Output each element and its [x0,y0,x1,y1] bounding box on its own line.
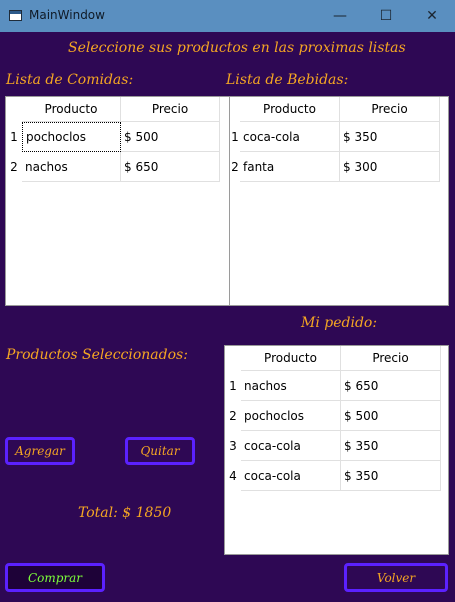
column-header-precio[interactable]: Precio [340,97,440,122]
column-header-producto[interactable]: Producto [22,97,121,122]
table-cell[interactable]: coca-cola [241,431,341,461]
table-cell[interactable]: $ 350 [341,461,441,491]
volver-button[interactable]: Volver [344,563,448,592]
table-cell[interactable]: coca-cola [241,461,341,491]
table-cell[interactable]: pochoclos [22,122,121,152]
quitar-button[interactable]: Quitar [125,437,195,465]
row-header[interactable]: 3 [225,431,241,461]
table-cell[interactable]: $ 300 [340,152,440,182]
app-window-icon [9,10,22,21]
comidas-table[interactable]: Producto Precio 1 pochoclos $ 500 2 nach… [5,96,230,306]
row-header[interactable]: 2 [6,152,22,182]
column-header-precio[interactable]: Precio [121,97,220,122]
table-cell[interactable]: $ 350 [340,122,440,152]
title-bar: MainWindow — ☐ ✕ [0,0,455,32]
table-cell[interactable]: $ 500 [341,401,441,431]
table-cell[interactable]: $ 350 [341,431,441,461]
maximize-button[interactable]: ☐ [363,0,409,32]
minimize-button[interactable]: — [317,0,363,32]
comprar-button[interactable]: Comprar [5,563,105,592]
table-cell[interactable]: $ 650 [341,371,441,401]
bebidas-table[interactable]: Producto Precio 1 coca-cola $ 350 2 fant… [229,96,449,306]
window-title: MainWindow [29,8,105,22]
seleccionados-label: Productos Seleccionados: [6,347,188,363]
row-header[interactable]: 1 [230,122,240,152]
table-cell[interactable]: $ 500 [121,122,220,152]
pedido-label: Mi pedido: [301,315,378,331]
column-header-producto[interactable]: Producto [241,346,341,371]
agregar-button[interactable]: Agregar [5,437,75,465]
close-button[interactable]: ✕ [409,0,455,32]
row-header[interactable]: 4 [225,461,241,491]
table-cell[interactable]: $ 650 [121,152,220,182]
row-header[interactable]: 1 [225,371,241,401]
row-header[interactable]: 2 [230,152,240,182]
pedido-table[interactable]: Producto Precio 1 nachos $ 650 2 pochocl… [224,345,449,555]
comidas-label: Lista de Comidas: [6,72,134,88]
table-cell[interactable]: nachos [22,152,121,182]
header-label: Seleccione sus productos en las proximas… [68,40,406,56]
row-header[interactable]: 1 [6,122,22,152]
row-header[interactable]: 2 [225,401,241,431]
total-label: Total: $ 1850 [78,505,172,521]
column-header-precio[interactable]: Precio [341,346,441,371]
table-cell[interactable]: coca-cola [240,122,340,152]
table-cell[interactable]: nachos [241,371,341,401]
column-header-producto[interactable]: Producto [240,97,340,122]
table-cell[interactable]: fanta [240,152,340,182]
bebidas-label: Lista de Bebidas: [226,72,349,88]
table-cell[interactable]: pochoclos [241,401,341,431]
